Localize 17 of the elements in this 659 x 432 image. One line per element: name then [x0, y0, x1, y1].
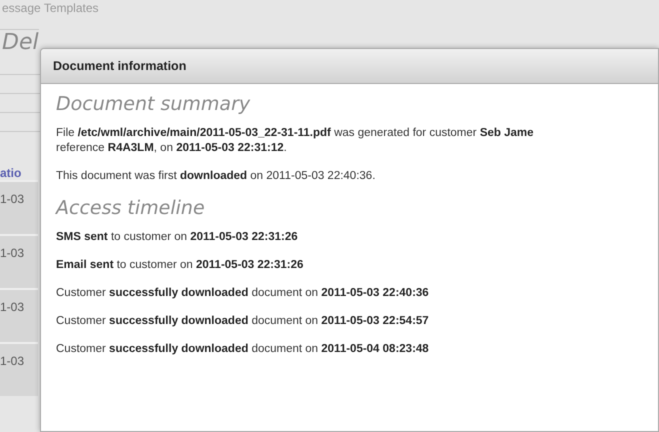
paragraph: SMS sent to customer on 2011-05-03 22:31:26: [56, 230, 298, 245]
table-cell: 1-03: [0, 180, 38, 234]
table-cell: 1-03: [0, 342, 38, 396]
table-cell: 1-03: [0, 288, 38, 342]
paragraph: Customer successfully downloaded document on 2011-05-03 22:40:36: [56, 286, 429, 301]
paragraph: Customer successfully downloaded document on 2011-05-03 22:54:57: [56, 314, 429, 329]
paragraph: This document was first downloaded on 2011-05-03 22:40:36.: [56, 169, 376, 184]
breadcrumb-link[interactable]: essage Templates: [0, 0, 99, 15]
paragraph: Customer successfully downloaded document on 2011-05-04 08:23:48: [56, 342, 429, 357]
table-cell: 1-03: [0, 234, 38, 288]
section-heading: Document summary: [56, 93, 250, 115]
paragraph: Email sent to customer on 2011-05-03 22:31:26: [56, 258, 304, 273]
page-heading: Del: [0, 29, 39, 56]
dialog-title: Document information: [41, 49, 658, 84]
section-heading: Access timeline: [56, 197, 205, 219]
paragraph: File /etc/wml/archive/main/2011-05-03_22-31-11.pdf was generated for customer Seb Jame reference R4A3LM, on 2011-05-03 22:31:12.: [56, 126, 534, 156]
column-header[interactable]: atio: [0, 166, 22, 180]
